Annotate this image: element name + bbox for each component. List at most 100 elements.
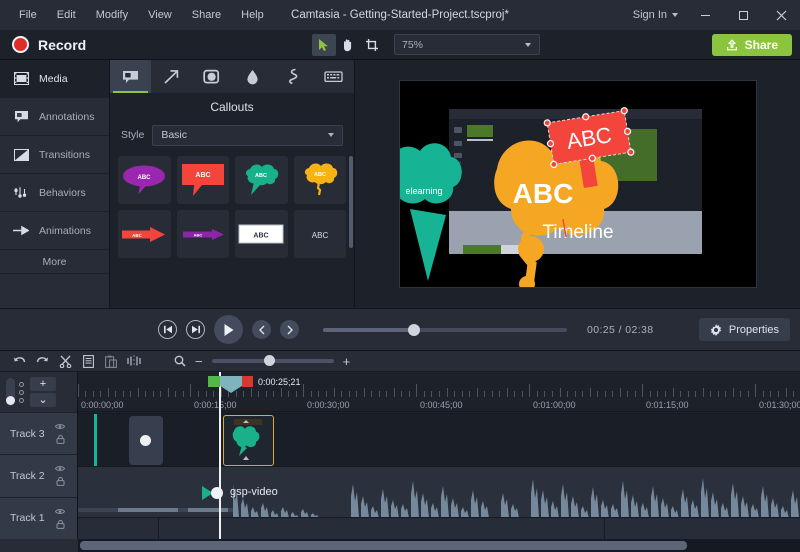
callout-thumb-box-white[interactable]: ABC — [235, 210, 288, 258]
next-frame-button[interactable] — [186, 320, 205, 339]
cursor-tool-button[interactable] — [312, 34, 336, 56]
track-header-track-1[interactable]: Track 1 — [0, 497, 77, 539]
sign-in-label: Sign In — [633, 9, 667, 21]
callout-thumb-arrow-purple[interactable]: ABC — [177, 210, 230, 258]
properties-button[interactable]: Properties — [699, 318, 790, 341]
sign-in-button[interactable]: Sign In — [625, 9, 686, 21]
menu-item-view[interactable]: View — [139, 5, 181, 25]
timeline-zoom-handle[interactable] — [264, 355, 275, 366]
add-track-button[interactable]: + — [30, 377, 56, 391]
callout-thumb-cloud-yellow[interactable]: ABC — [294, 156, 347, 204]
hand-tool-button[interactable] — [336, 34, 360, 56]
svg-text:ABC: ABC — [195, 172, 210, 179]
playhead-handle[interactable] — [220, 376, 242, 393]
track3-teal-bar[interactable] — [94, 414, 97, 466]
sidebar-item-behaviors[interactable]: Behaviors — [0, 174, 109, 212]
track-size-slider[interactable] — [6, 378, 15, 406]
search-icon — [174, 355, 186, 367]
out-point-marker[interactable] — [242, 376, 253, 387]
minimize-button[interactable] — [686, 0, 724, 30]
share-button[interactable]: Share — [712, 34, 792, 56]
zoom-level-value: 75% — [402, 39, 423, 51]
playhead-line[interactable] — [219, 372, 221, 539]
callout-thumb-text-plain[interactable]: ABC — [294, 210, 347, 258]
menu-item-modify[interactable]: Modify — [87, 5, 137, 25]
lock-icon[interactable] — [56, 477, 65, 486]
sidebar-item-animations[interactable]: Animations — [0, 212, 109, 250]
previous-frame-button[interactable] — [158, 320, 177, 339]
maximize-button[interactable] — [724, 0, 762, 30]
timeline-zoom-slider[interactable] — [212, 359, 334, 363]
track-size-handle[interactable] — [6, 396, 15, 405]
seek-fill — [323, 328, 414, 332]
next-marker-button[interactable] — [280, 320, 299, 339]
callout-thumb-rect-red[interactable]: ABC — [177, 156, 230, 204]
svg-text:elearning: elearning — [405, 186, 442, 196]
track3-clip-dot[interactable] — [129, 416, 163, 465]
style-row: Style Basic — [110, 120, 354, 150]
tab-shape[interactable] — [191, 60, 232, 93]
previous-marker-button[interactable] — [252, 320, 271, 339]
menu-item-edit[interactable]: Edit — [48, 5, 85, 25]
play-button[interactable] — [214, 315, 243, 344]
record-button[interactable]: Record — [0, 36, 86, 53]
tab-callout[interactable] — [110, 60, 151, 93]
tab-blur[interactable] — [232, 60, 273, 93]
timeline-track-2[interactable]: gsp-video — [78, 466, 800, 517]
share-upload-icon — [726, 39, 738, 51]
zoom-out-button[interactable]: − — [195, 355, 203, 368]
sidebar-item-transitions[interactable]: Transitions — [0, 136, 109, 174]
callout-thumb-cloud-teal[interactable]: ABC — [235, 156, 288, 204]
timeline-canvas[interactable]: 0:00:00;00 0:00:15;00 0:00:30;00 0:00:45… — [78, 372, 800, 539]
cut-button[interactable] — [54, 352, 76, 371]
eye-icon[interactable] — [55, 465, 65, 472]
panel-scrollbar[interactable] — [349, 156, 353, 248]
redo-button[interactable] — [31, 352, 53, 371]
close-button[interactable] — [762, 0, 800, 30]
callout-thumb-oval-purple[interactable]: ABC — [118, 156, 171, 204]
track1-clip-1[interactable]: firefly — [78, 518, 159, 539]
lock-icon[interactable] — [56, 520, 65, 529]
collapse-tracks-button[interactable]: ⌄ — [30, 393, 56, 407]
track-header-track-2[interactable]: Track 2 — [0, 454, 77, 496]
zoom-in-button[interactable]: + — [343, 355, 351, 368]
timeline-track-1[interactable]: firefly firefly firefly — [78, 517, 800, 539]
preview-canvas[interactable]: elearning ABC ABC — [399, 80, 757, 288]
crop-tool-button[interactable] — [360, 34, 384, 56]
timeline-track-3[interactable] — [78, 413, 800, 466]
tab-sketch-motion[interactable] — [273, 60, 314, 93]
callout-thumb-arrow-red[interactable]: ABC — [118, 210, 171, 258]
eye-icon[interactable] — [55, 508, 65, 515]
menu-item-share[interactable]: Share — [183, 5, 230, 25]
seek-handle[interactable] — [408, 324, 420, 336]
in-point-marker[interactable] — [208, 376, 220, 387]
paste-button[interactable] — [100, 352, 122, 371]
track3-clip-selected[interactable] — [223, 415, 274, 466]
copy-button[interactable] — [77, 352, 99, 371]
current-time: 00:25 — [587, 324, 615, 336]
tab-keystroke[interactable] — [313, 60, 354, 93]
sidebar-more-button[interactable]: More — [0, 250, 109, 274]
tick-dot-icon — [19, 382, 24, 387]
track-header-track-3[interactable]: Track 3 — [0, 412, 77, 454]
menu-item-file[interactable]: File — [10, 5, 46, 25]
track1-clip-2[interactable]: firefly — [159, 518, 605, 539]
track1-clip-3[interactable]: firefly — [605, 518, 800, 539]
lock-icon[interactable] — [56, 435, 65, 444]
track-label: Track 3 — [10, 428, 45, 440]
timeline-horizontal-scrollbar[interactable] — [0, 539, 800, 552]
zoom-level-select[interactable]: 75% — [394, 34, 540, 55]
playhead-marker[interactable]: 0:00:25;21 — [208, 376, 301, 393]
eye-icon[interactable] — [55, 423, 65, 430]
sidebar-item-annotations[interactable]: Annotations — [0, 98, 109, 136]
scrollbar-track[interactable] — [78, 539, 800, 552]
style-select[interactable]: Basic — [152, 125, 343, 146]
seek-slider[interactable] — [323, 328, 567, 332]
scrollbar-thumb[interactable] — [80, 541, 687, 550]
undo-button[interactable] — [8, 352, 30, 371]
menu-item-help[interactable]: Help — [232, 5, 273, 25]
split-button[interactable] — [123, 352, 145, 371]
tab-arrow[interactable] — [151, 60, 192, 93]
sidebar-item-media[interactable]: Media — [0, 60, 109, 98]
timeline-ruler[interactable]: 0:00:00;00 0:00:15;00 0:00:30;00 0:00:45… — [78, 372, 800, 412]
